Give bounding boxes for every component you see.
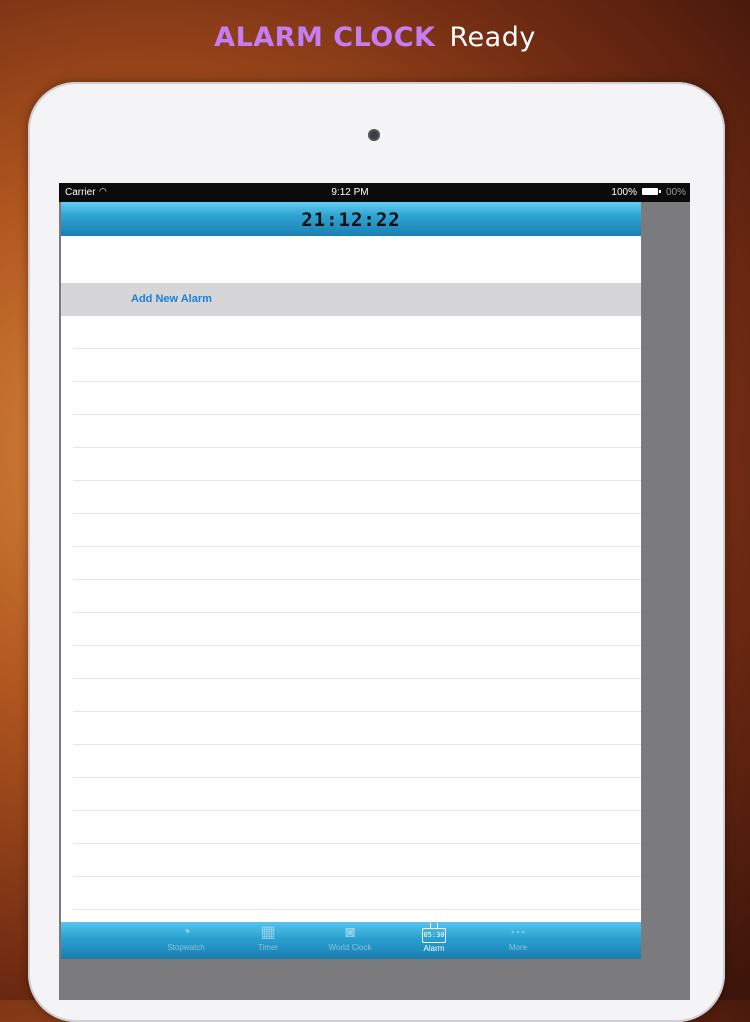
list-item xyxy=(73,514,641,547)
tab-world-clock[interactable]: ◙ World Clock xyxy=(315,924,385,958)
add-new-alarm-row[interactable]: Add New Alarm xyxy=(61,283,641,316)
tab-bar: ◔ Stopwatch ▦ Timer ◙ World Clock 05:30 … xyxy=(61,922,641,959)
status-time: 9:12 PM xyxy=(331,187,369,198)
stopwatch-icon: ◔ xyxy=(181,924,191,941)
tab-label: Stopwatch xyxy=(167,943,205,952)
list-item xyxy=(73,712,641,745)
globe-icon: ◙ xyxy=(345,924,355,941)
nav-bar: 21:12:22 xyxy=(61,202,641,236)
tab-more[interactable]: ⋯ More xyxy=(483,924,553,958)
list-item xyxy=(73,382,641,415)
list-item xyxy=(73,448,641,481)
tab-label: Timer xyxy=(257,943,279,952)
battery-percent-overflow: 00% xyxy=(665,187,686,198)
tab-timer[interactable]: ▦ Timer xyxy=(233,924,303,958)
tab-alarm[interactable]: 05:30 Alarm xyxy=(399,924,469,958)
alarm-app: 21:12:22 Add New Alarm xyxy=(61,202,641,958)
promo-word: Ready xyxy=(449,22,536,53)
list-item xyxy=(73,580,641,613)
list-item xyxy=(73,316,641,349)
list-item xyxy=(73,745,641,778)
list-item xyxy=(73,877,641,910)
list-item xyxy=(73,811,641,844)
promo-brand: ALARM CLOCK xyxy=(214,22,436,53)
digital-clock: 21:12:22 xyxy=(301,209,401,231)
alarm-list xyxy=(73,316,641,910)
device-screen: Carrier ◠ 9:12 PM 100% 00% 21:12:22 Add … xyxy=(59,183,690,1000)
status-bar: Carrier ◠ 9:12 PM 100% 00% xyxy=(59,183,690,202)
promo-headline: ALARM CLOCK Ready xyxy=(0,22,750,53)
list-item xyxy=(73,778,641,811)
list-item xyxy=(73,415,641,448)
list-item xyxy=(73,547,641,580)
list-item xyxy=(73,646,641,679)
battery-icon xyxy=(642,188,661,195)
list-item xyxy=(73,613,641,646)
add-new-alarm-link[interactable]: Add New Alarm xyxy=(131,293,212,305)
camera-icon xyxy=(368,129,380,141)
tab-stopwatch[interactable]: ◔ Stopwatch xyxy=(151,924,221,958)
list-item xyxy=(73,481,641,514)
tab-label: World Clock xyxy=(328,943,372,952)
more-icon: ⋯ xyxy=(510,924,526,941)
list-item xyxy=(73,679,641,712)
list-item xyxy=(73,349,641,382)
tab-label: More xyxy=(508,943,528,952)
tab-label: Alarm xyxy=(423,944,445,953)
battery-percent: 100% xyxy=(611,187,637,198)
list-item xyxy=(73,844,641,877)
alarm-tv-icon: 05:30 xyxy=(422,928,446,943)
timer-icon: ▦ xyxy=(260,924,276,941)
